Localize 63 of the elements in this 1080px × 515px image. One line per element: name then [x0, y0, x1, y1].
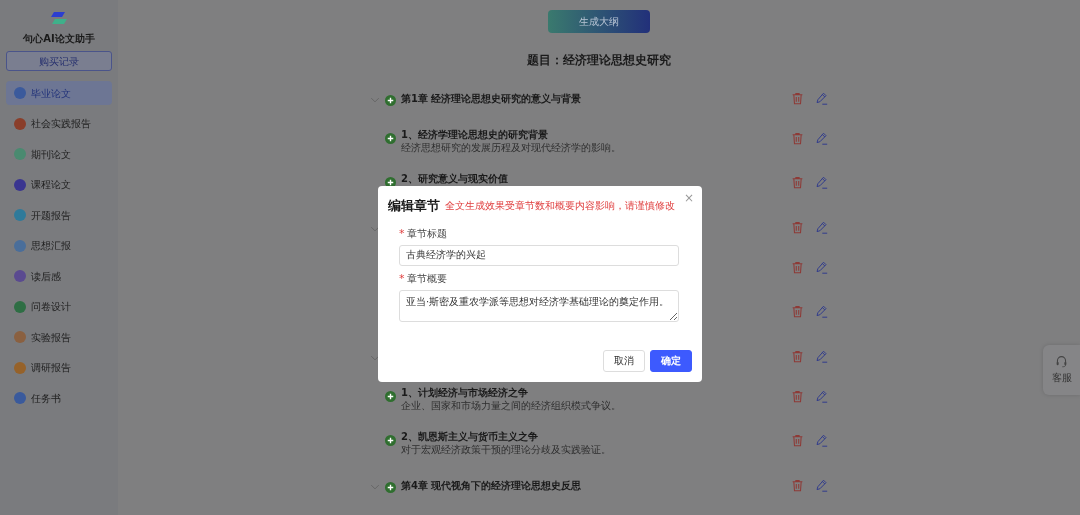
generate-outline-button[interactable]: 生成大纲 — [548, 10, 650, 33]
required-asterisk: * — [399, 226, 405, 240]
cancel-button[interactable]: 取消 — [603, 349, 645, 372]
dialog-title: 编辑章节 — [388, 197, 440, 215]
add-icon[interactable] — [385, 481, 396, 493]
outline-summary: 经济思想研究的发展历程及对现代经济学的影响。 — [401, 141, 621, 154]
add-icon[interactable] — [385, 133, 396, 144]
close-button[interactable]: × — [683, 192, 694, 204]
topic-title: 题目：经济理论思想史研究 — [527, 52, 671, 69]
outline-title: 第1章 经济理论思想史研究的意义与背景 — [401, 92, 582, 105]
edit-icon[interactable] — [815, 350, 828, 363]
outline-title: 2、凯恩斯主义与货币主义之争 — [401, 430, 539, 443]
outline-summary: 企业、国家和市场力量之间的经济组织模式争议。 — [401, 399, 621, 412]
sidebar-item[interactable]: 调研报告 — [6, 355, 112, 380]
add-icon[interactable] — [385, 435, 396, 446]
delete-icon[interactable] — [791, 92, 804, 105]
summary-textarea[interactable]: 亚当·斯密及重农学派等思想对经济学基础理论的奠定作用。 — [399, 289, 679, 322]
edit-icon[interactable] — [815, 479, 828, 492]
edit-icon[interactable] — [815, 434, 828, 447]
sidebar-item[interactable]: 课程论文 — [6, 172, 112, 197]
required-asterisk: * — [399, 271, 405, 285]
outline-title: 1、计划经济与市场经济之争 — [401, 386, 529, 399]
delete-icon[interactable] — [791, 221, 804, 234]
edit-icon[interactable] — [815, 176, 828, 189]
edit-icon[interactable] — [815, 221, 828, 234]
sidebar-item[interactable]: 实验报告 — [6, 325, 112, 349]
sidebar-item[interactable]: 社会实践报告 — [6, 111, 112, 136]
sidebar-item[interactable]: 读后感 — [6, 264, 112, 288]
delete-icon[interactable] — [791, 176, 804, 189]
sidebar-item[interactable]: 开题报告 — [6, 203, 112, 227]
outline-title: 第4章 现代视角下的经济理论思想史反思 — [401, 479, 582, 492]
warning-text: 全文生成效果受章节数和概要内容影响，请谨慎修改 — [445, 199, 675, 213]
confirm-button[interactable]: 确定 — [650, 349, 692, 372]
outline-summary: 对于宏观经济政策干预的理论分歧及实践验证。 — [401, 443, 611, 456]
edit-icon[interactable] — [815, 305, 828, 318]
delete-icon[interactable] — [791, 390, 804, 403]
sidebar-item[interactable]: 期刊论文 — [6, 142, 112, 166]
delete-icon[interactable] — [791, 305, 804, 318]
delete-icon[interactable] — [791, 434, 804, 447]
edit-icon[interactable] — [815, 390, 828, 403]
delete-icon[interactable] — [791, 350, 804, 363]
edit-icon[interactable] — [815, 261, 828, 274]
sidebar-item[interactable]: 毕业论文 — [6, 81, 112, 105]
field-label-text: 章节概要 — [407, 272, 447, 284]
field-label-text: 章节标题 — [407, 227, 447, 239]
edit-icon[interactable] — [815, 92, 828, 105]
add-icon[interactable] — [385, 94, 396, 106]
sidebar-item[interactable]: 问卷设计 — [6, 294, 112, 319]
logo-icon — [48, 10, 70, 26]
outline-title: 1、经济学理论思想史的研究背景 — [401, 128, 549, 141]
sidebar-item[interactable]: 任务书 — [6, 386, 112, 410]
sidebar-item[interactable]: 思想汇报 — [6, 233, 112, 258]
title-input[interactable]: 古典经济学的兴起 — [399, 244, 679, 266]
purchase-records-button[interactable]: 购买记录 — [6, 51, 112, 71]
outline-title: 2、研究意义与现实价值 — [401, 172, 508, 185]
delete-icon[interactable] — [791, 479, 804, 492]
app-name: 句心AI论文助手 — [23, 32, 95, 46]
delete-icon[interactable] — [791, 261, 804, 274]
customer-service-label[interactable]: 客服 — [1051, 370, 1072, 386]
headset-icon[interactable] — [1055, 354, 1068, 368]
add-icon[interactable] — [385, 391, 396, 402]
edit-icon[interactable] — [815, 132, 828, 145]
delete-icon[interactable] — [791, 132, 804, 145]
